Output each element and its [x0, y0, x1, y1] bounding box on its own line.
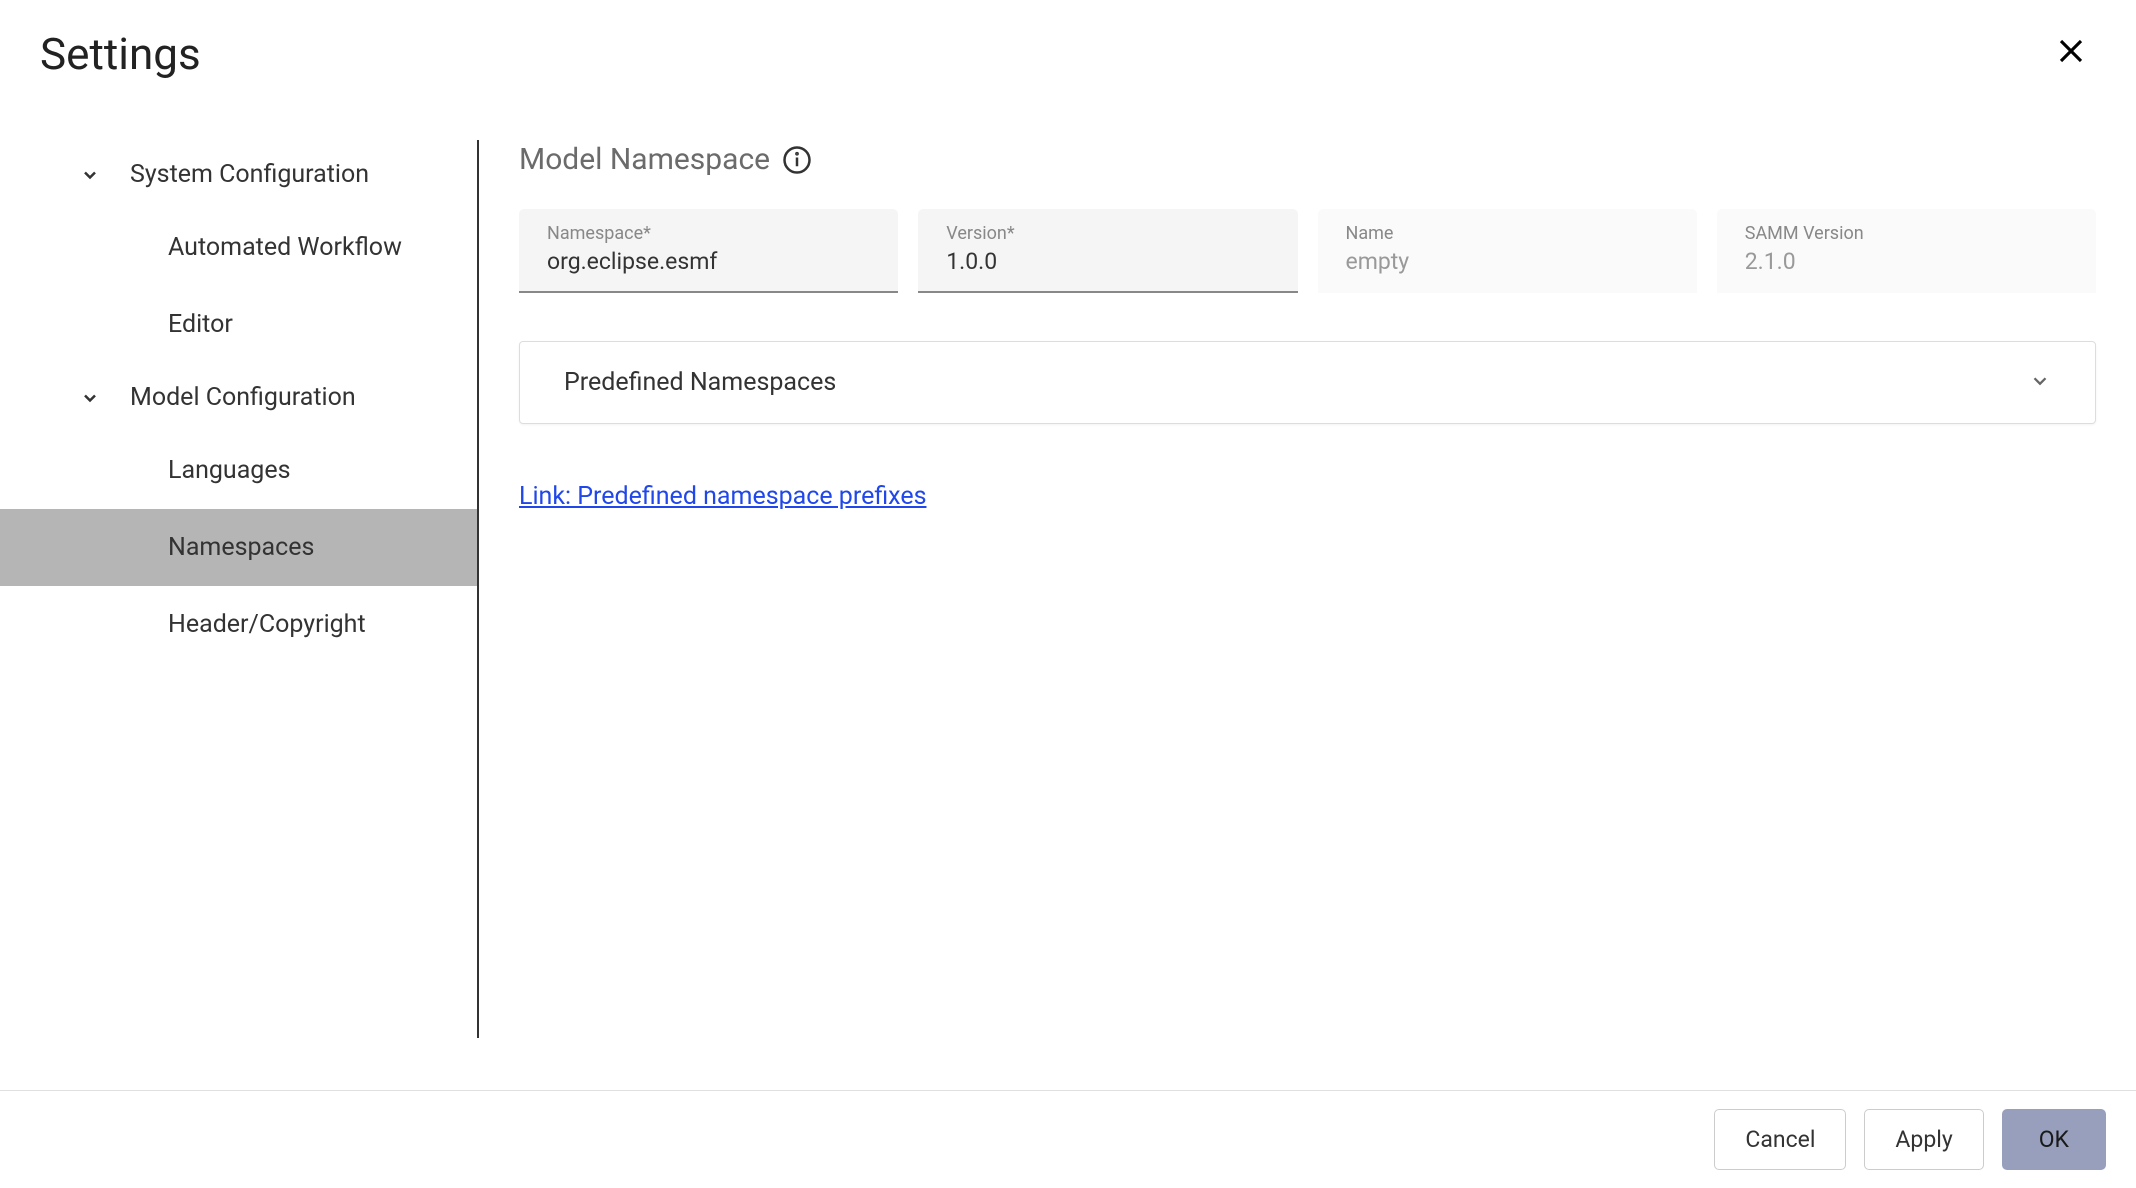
main-panel: Model Namespace Namespace* Version* Name: [479, 100, 2136, 1138]
info-icon[interactable]: [782, 145, 812, 175]
namespace-field[interactable]: Namespace*: [519, 209, 898, 293]
sidebar-item-label: Namespaces: [168, 533, 314, 562]
dialog-title: Settings: [40, 28, 201, 80]
main-title-row: Model Namespace: [519, 142, 2096, 177]
sidebar-item-label: Editor: [168, 310, 233, 339]
dialog-footer: Cancel Apply OK: [0, 1090, 2136, 1188]
sidebar-item-header-copyright[interactable]: Header/Copyright: [0, 586, 477, 663]
sidebar-item-label: Automated Workflow: [168, 233, 402, 262]
apply-button[interactable]: Apply: [1864, 1109, 1983, 1170]
samm-version-field: SAMM Version 2.1.0: [1717, 209, 2096, 293]
main-title: Model Namespace: [519, 142, 770, 177]
link-row: Link: Predefined namespace prefixes: [519, 482, 2096, 511]
sidebar-section-system-configuration[interactable]: System Configuration: [0, 140, 477, 209]
predefined-namespace-prefixes-link[interactable]: Link: Predefined namespace prefixes: [519, 482, 927, 511]
chevron-down-icon: [2029, 370, 2051, 396]
field-label: Namespace*: [547, 223, 870, 244]
version-input[interactable]: [946, 248, 1269, 275]
close-icon[interactable]: [2056, 36, 2096, 72]
version-field[interactable]: Version*: [918, 209, 1297, 293]
sidebar-item-automated-workflow[interactable]: Automated Workflow: [0, 209, 477, 286]
name-field: Name empty: [1318, 209, 1697, 293]
cancel-button[interactable]: Cancel: [1714, 1109, 1846, 1170]
sidebar-item-editor[interactable]: Editor: [0, 286, 477, 363]
name-value: empty: [1346, 248, 1669, 275]
ok-button[interactable]: OK: [2002, 1109, 2106, 1170]
field-label: SAMM Version: [1745, 223, 2068, 244]
dialog-content: System Configuration Automated Workflow …: [0, 100, 2136, 1138]
sidebar-item-namespaces[interactable]: Namespaces: [0, 509, 477, 586]
samm-version-value: 2.1.0: [1745, 248, 2068, 275]
sidebar-section-label: System Configuration: [130, 160, 369, 189]
namespace-input[interactable]: [547, 248, 870, 275]
sidebar-section-label: Model Configuration: [130, 383, 356, 412]
dialog-header: Settings: [0, 0, 2136, 100]
sidebar-item-label: Languages: [168, 456, 291, 485]
field-label: Version*: [946, 223, 1269, 244]
predefined-namespaces-panel[interactable]: Predefined Namespaces: [519, 341, 2096, 424]
chevron-down-icon: [80, 388, 100, 408]
sidebar-item-languages[interactable]: Languages: [0, 432, 477, 509]
chevron-down-icon: [80, 165, 100, 185]
expansion-panel-title: Predefined Namespaces: [564, 368, 836, 397]
fields-row: Namespace* Version* Name empty SAMM Vers…: [519, 209, 2096, 293]
field-label: Name: [1346, 223, 1669, 244]
sidebar-section-model-configuration[interactable]: Model Configuration: [0, 363, 477, 432]
sidebar-item-label: Header/Copyright: [168, 610, 366, 639]
sidebar: System Configuration Automated Workflow …: [0, 100, 477, 1138]
